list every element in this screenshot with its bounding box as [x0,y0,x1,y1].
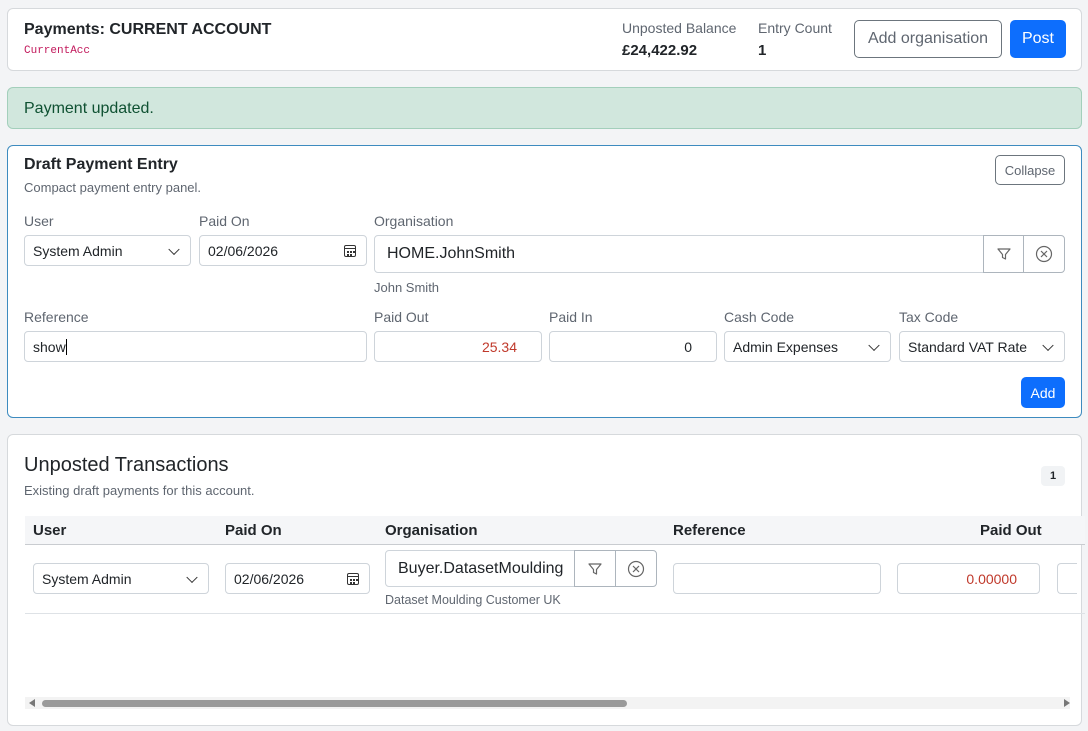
count-badge: 1 [1041,466,1065,486]
table-header: User Paid On Organisation Reference Paid… [25,516,1085,545]
reference-label: Reference [24,309,89,325]
paid-on-value: 02/06/2026 [208,242,279,259]
unposted-subtitle: Existing draft payments for this account… [24,483,255,498]
row-organisation-name: Dataset Moulding Customer UK [385,593,561,607]
scrollbar-thumb[interactable] [42,700,627,707]
user-select-value: System Admin [33,242,123,259]
user-label: User [24,213,54,229]
row-reference-input[interactable] [673,563,881,594]
clear-circle-icon [1035,245,1053,263]
horizontal-scrollbar[interactable] [25,697,1070,709]
entry-count-value: 1 [758,42,767,59]
organisation-value: HOME.JohnSmith [387,245,516,262]
row-organisation-clear-button[interactable] [615,550,657,587]
add-button[interactable]: Add [1021,377,1065,408]
paid-on-date-input[interactable]: 02/06/2026 [199,235,367,266]
row-paid-on-value: 02/06/2026 [234,570,305,587]
entry-count-label: Entry Count [758,20,832,36]
chevron-down-icon [186,571,198,583]
post-button[interactable]: Post [1010,20,1066,58]
cash-code-label: Cash Code [724,309,795,325]
page-title: Payments: CURRENT ACCOUNT [24,21,272,38]
tax-code-select[interactable]: Standard VAT Rate [899,331,1065,362]
paid-in-input[interactable]: 0 [549,331,717,362]
unposted-balance-label: Unposted Balance [622,20,737,36]
organisation-filter-button[interactable] [983,235,1024,273]
row-paid-out-input[interactable]: 0.00000 [897,563,1040,594]
column-header-reference: Reference [673,522,746,539]
row-paid-out-value: 0.00000 [966,570,1017,587]
organisation-clear-button[interactable] [1023,235,1065,273]
calendar-icon[interactable] [344,244,356,257]
unposted-transactions-panel: Unposted Transactions Existing draft pay… [7,434,1085,726]
paid-out-input[interactable]: 25.34 [374,331,542,362]
reference-value: show [33,338,66,355]
cash-code-value: Admin Expenses [733,338,839,355]
row-organisation-value: Buyer.DatasetMoulding [398,559,564,577]
success-alert: Payment updated. [7,87,1082,129]
paid-on-label: Paid On [199,213,250,229]
clear-circle-icon [627,560,645,577]
scroll-right-icon[interactable] [1064,699,1070,707]
tax-code-value: Standard VAT Rate [908,338,1028,355]
row-user-select[interactable]: System Admin [33,563,209,594]
organisation-name: John Smith [374,280,440,295]
chevron-down-icon [1042,339,1054,351]
chevron-down-icon [168,243,180,255]
reference-input[interactable]: show [24,331,367,362]
column-header-user: User [33,522,67,539]
account-code: CurrentAcc [24,45,91,57]
row-organisation-input[interactable]: Buyer.DatasetMoulding [385,550,575,587]
draft-subtitle: Compact payment entry panel. [24,180,202,195]
column-header-paid-out: Paid Out [980,522,1042,539]
tax-code-label: Tax Code [899,309,959,325]
filter-icon [588,562,602,575]
organisation-input[interactable]: HOME.JohnSmith [374,235,984,273]
paid-out-value: 25.34 [481,338,517,355]
paid-in-label: Paid In [549,309,593,325]
unposted-title: Unposted Transactions [24,454,229,476]
add-organisation-button[interactable]: Add organisation [854,20,1002,58]
text-cursor [65,338,67,355]
page-header: Payments: CURRENT ACCOUNT CurrentAcc Unp… [7,8,1082,71]
scroll-left-icon[interactable] [29,699,35,707]
unposted-balance-value: £24,422.92 [622,42,698,59]
organisation-label: Organisation [374,213,454,229]
row-organisation-filter-button[interactable] [574,550,616,587]
user-select[interactable]: System Admin [24,235,191,266]
row-next-field-partial[interactable] [1057,563,1077,594]
draft-payment-panel: Draft Payment Entry Compact payment entr… [7,145,1082,418]
paid-out-label: Paid Out [374,309,429,325]
column-header-paid-on: Paid On [225,522,282,539]
row-paid-on-input[interactable]: 02/06/2026 [225,563,370,594]
table-row: System Admin 02/06/2026 Buyer.DatasetMou… [25,545,1085,614]
draft-title: Draft Payment Entry [24,156,178,173]
collapse-button[interactable]: Collapse [995,155,1065,185]
filter-icon [996,248,1011,260]
chevron-down-icon [868,339,880,351]
paid-in-value: 0 [684,338,692,355]
column-header-organisation: Organisation [385,522,478,539]
calendar-icon[interactable] [347,572,359,585]
row-user-value: System Admin [42,570,132,587]
cash-code-select[interactable]: Admin Expenses [724,331,891,362]
